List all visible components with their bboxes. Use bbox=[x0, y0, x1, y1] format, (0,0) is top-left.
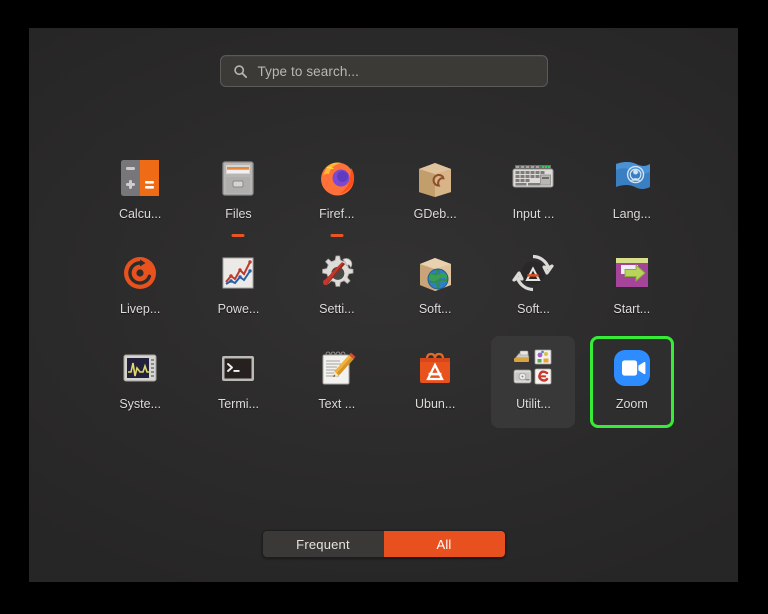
app-item-settings[interactable]: Setti... bbox=[295, 241, 379, 333]
livepatch-icon bbox=[116, 249, 164, 297]
app-label: Termi... bbox=[217, 397, 259, 411]
running-indicator bbox=[231, 234, 245, 237]
app-item-ubuntu-software[interactable]: Ubun... bbox=[393, 336, 477, 428]
search-icon bbox=[233, 64, 247, 78]
firefox-icon bbox=[313, 154, 361, 202]
app-item-zoom[interactable]: Zoom bbox=[589, 336, 674, 428]
app-item-calculator[interactable]: Calcu... bbox=[98, 146, 182, 238]
ubuntu-software-icon bbox=[411, 344, 459, 392]
app-item-startup-applications[interactable]: Start... bbox=[590, 241, 674, 333]
view-toggle: Frequent All bbox=[261, 530, 506, 558]
app-item-language-support[interactable]: Lang... bbox=[590, 146, 674, 238]
app-label: Zoom bbox=[615, 397, 648, 411]
terminal-icon bbox=[214, 344, 262, 392]
activities-overview-panel: Type to search... Calcu... Files Firef..… bbox=[29, 28, 738, 582]
tab-all[interactable]: All bbox=[383, 531, 505, 557]
app-label: Input ... bbox=[512, 207, 555, 221]
app-label: Powe... bbox=[217, 302, 260, 316]
search-placeholder-text: Type to search... bbox=[257, 63, 359, 79]
desktop-screen: Type to search... Calcu... Files Firef..… bbox=[0, 0, 768, 614]
app-label: Files bbox=[225, 207, 252, 221]
app-label: Livep... bbox=[120, 302, 161, 316]
view-toggle-area: Frequent All bbox=[29, 530, 738, 558]
app-label: Lang... bbox=[612, 207, 651, 221]
app-label: Text ... bbox=[318, 397, 356, 411]
software-sources-icon bbox=[411, 249, 459, 297]
app-folder-utilities[interactable]: Utilit... bbox=[491, 336, 576, 428]
app-item-files[interactable]: Files bbox=[196, 146, 280, 238]
app-item-system-monitor[interactable]: Syste... bbox=[98, 336, 182, 428]
utilities-folder-icon bbox=[509, 344, 557, 392]
startup-applications-icon bbox=[608, 249, 656, 297]
app-item-input-method[interactable]: Input ... bbox=[491, 146, 575, 238]
software-updater-icon bbox=[509, 249, 557, 297]
app-label: Setti... bbox=[319, 302, 355, 316]
app-label: Calcu... bbox=[118, 207, 162, 221]
app-folder-label: Utilit... bbox=[516, 397, 551, 411]
system-monitor-icon bbox=[116, 344, 164, 392]
app-label: GDeb... bbox=[413, 207, 457, 221]
app-item-text-editor[interactable]: Text ... bbox=[295, 336, 379, 428]
power-statistics-icon bbox=[214, 249, 262, 297]
search-area: Type to search... bbox=[29, 55, 738, 87]
settings-gear-wrench-icon bbox=[313, 249, 361, 297]
app-label: Firef... bbox=[319, 207, 355, 221]
app-label: Soft... bbox=[517, 302, 550, 316]
app-item-software-sources[interactable]: Soft... bbox=[393, 241, 477, 333]
search-input[interactable]: Type to search... bbox=[219, 55, 548, 87]
zoom-icon bbox=[608, 344, 656, 392]
app-item-gdebi[interactable]: GDeb... bbox=[393, 146, 477, 238]
tab-frequent[interactable]: Frequent bbox=[262, 531, 384, 557]
calculator-icon bbox=[116, 154, 164, 202]
app-label: Start... bbox=[613, 302, 651, 316]
app-label: Soft... bbox=[418, 302, 452, 316]
app-item-livepatch[interactable]: Livep... bbox=[98, 241, 182, 333]
files-icon bbox=[214, 154, 262, 202]
keyboard-icon bbox=[509, 154, 557, 202]
app-item-software-updater[interactable]: Soft... bbox=[491, 241, 575, 333]
gdebi-package-icon bbox=[411, 154, 459, 202]
app-item-terminal[interactable]: Termi... bbox=[196, 336, 280, 428]
language-flag-icon bbox=[608, 154, 656, 202]
app-item-firefox[interactable]: Firef... bbox=[295, 146, 379, 238]
text-editor-icon bbox=[313, 344, 361, 392]
app-label: Ubun... bbox=[415, 397, 456, 411]
app-item-power-statistics[interactable]: Powe... bbox=[196, 241, 280, 333]
app-label: Syste... bbox=[119, 397, 161, 411]
app-grid: Calcu... Files Firef... GDeb... Input ..… bbox=[91, 146, 681, 431]
running-indicator bbox=[330, 234, 344, 237]
